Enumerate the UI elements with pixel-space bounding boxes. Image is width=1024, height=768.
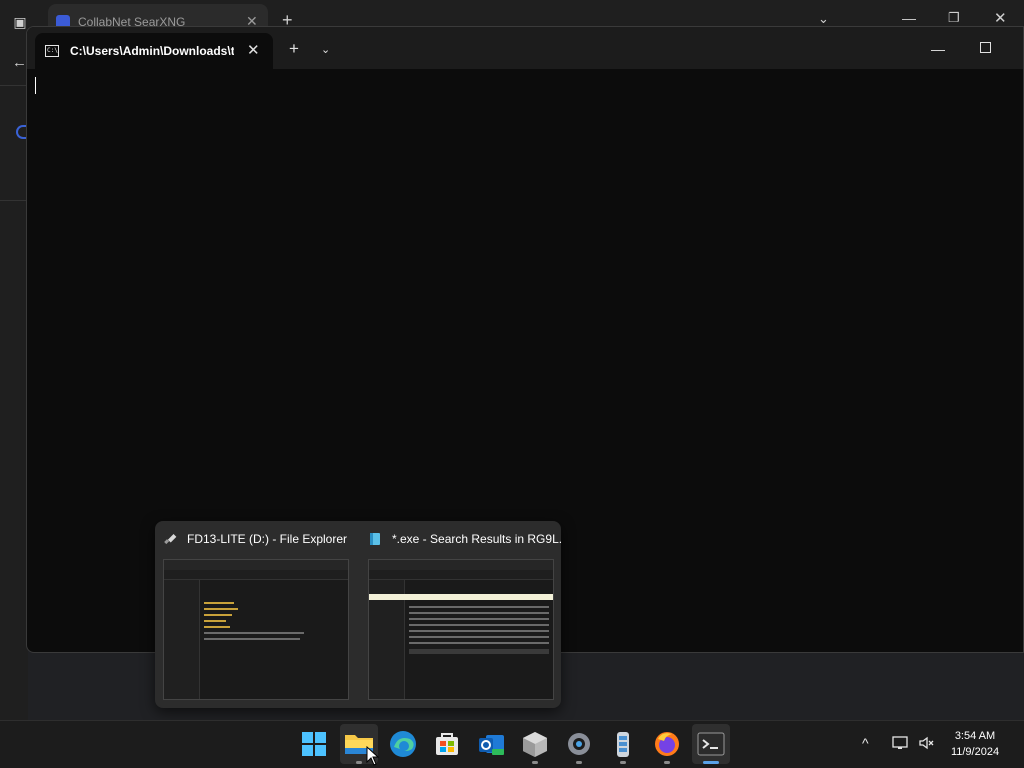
terminal-tab-title: C:\Users\Admin\Downloads\t xyxy=(70,44,234,58)
preview-thumbnail[interactable] xyxy=(163,559,349,700)
thumb-row xyxy=(204,620,226,622)
thumb-row xyxy=(204,626,230,628)
terminal-dropdown-button[interactable]: ⌄ xyxy=(321,43,330,56)
preview-item-file-explorer[interactable]: FD13-LITE (D:) - File Explorer xyxy=(155,521,355,708)
thumb-sidebar xyxy=(164,580,200,699)
outlook-icon[interactable] xyxy=(476,729,506,759)
terminal-minimize-button[interactable]: — xyxy=(931,41,945,57)
terminal-tab[interactable]: C:\ C:\Users\Admin\Downloads\t ✕ xyxy=(35,33,273,69)
sysinfo-running-dot xyxy=(620,761,626,764)
browser-content-edge xyxy=(0,44,28,720)
file-explorer-running-dot xyxy=(356,761,362,764)
terminal-new-tab-button[interactable]: + xyxy=(289,39,299,59)
taskbar-thumbnail-preview: FD13-LITE (D:) - File Explorer *.exe - S… xyxy=(155,521,562,708)
divider xyxy=(0,200,28,201)
volume-muted-icon[interactable] xyxy=(918,735,936,751)
box-running-dot xyxy=(532,761,538,764)
preview-title: FD13-LITE (D:) - File Explorer xyxy=(187,532,348,546)
windows-logo-icon[interactable] xyxy=(298,728,330,760)
browser-minimize-button[interactable]: — xyxy=(902,10,916,26)
thumb-row xyxy=(409,642,549,644)
text-cursor xyxy=(35,77,36,94)
store-icon[interactable] xyxy=(432,729,462,759)
edge-icon[interactable] xyxy=(388,729,418,759)
thumb-row xyxy=(409,612,549,614)
battery-db-icon[interactable] xyxy=(608,729,638,759)
preview-thumbnail[interactable] xyxy=(368,559,554,700)
cmd-icon: C:\ xyxy=(45,45,59,57)
thumb-row xyxy=(409,636,549,638)
thumb-selected-row xyxy=(409,649,549,654)
thumb-addressbar xyxy=(369,570,553,580)
firefox-icon[interactable] xyxy=(652,729,682,759)
show-hidden-icons-chevron[interactable]: ^ xyxy=(862,735,869,751)
thumb-row xyxy=(409,630,549,632)
thumb-row xyxy=(204,638,300,640)
settings-running-dot xyxy=(576,761,582,764)
box-icon[interactable] xyxy=(520,729,550,759)
browser-restore-button[interactable]: ❐ xyxy=(948,10,960,26)
preview-title-row: *.exe - Search Results in RG9L... xyxy=(366,529,562,551)
clock-time[interactable]: 3:54 AM xyxy=(940,730,1010,742)
clock-date[interactable]: 11/9/2024 xyxy=(940,746,1010,758)
thumb-titlebar xyxy=(369,560,553,570)
network-icon[interactable] xyxy=(892,735,910,751)
preview-title-row: FD13-LITE (D:) - File Explorer xyxy=(161,529,356,551)
file-icon xyxy=(370,533,380,545)
terminal-tab-close-button[interactable]: ✕ xyxy=(247,41,260,59)
thumb-row xyxy=(409,606,549,608)
firefox-running-dot xyxy=(664,761,670,764)
divider xyxy=(0,85,28,86)
thumb-row xyxy=(204,608,238,610)
terminal-titlebar[interactable]: C:\ C:\Users\Admin\Downloads\t ✕ + ⌄ — xyxy=(27,27,1023,69)
preview-item-search-results[interactable]: *.exe - Search Results in RG9L... xyxy=(360,521,562,708)
thumb-row xyxy=(409,624,549,626)
thumb-row xyxy=(204,602,234,604)
terminal-running-dot xyxy=(703,761,719,764)
thumb-addressbar xyxy=(164,570,348,580)
back-arrow-icon[interactable]: ← xyxy=(12,54,27,71)
thumb-row xyxy=(204,632,304,634)
terminal-maximize-button[interactable] xyxy=(980,42,991,53)
browser-tab-list-button[interactable]: ⌄ xyxy=(818,11,829,27)
usb-drive-icon xyxy=(164,534,177,545)
preview-title: *.exe - Search Results in RG9L... xyxy=(392,532,562,546)
thumb-banner xyxy=(369,594,553,600)
terminal-icon[interactable] xyxy=(696,730,726,758)
thumb-titlebar xyxy=(164,560,348,570)
browser-close-button[interactable]: ✕ xyxy=(994,9,1007,27)
thumb-row xyxy=(409,618,549,620)
taskbar xyxy=(0,720,1024,768)
thumb-row xyxy=(204,614,232,616)
mouse-pointer-icon xyxy=(366,746,380,766)
gear-icon[interactable] xyxy=(564,729,594,759)
